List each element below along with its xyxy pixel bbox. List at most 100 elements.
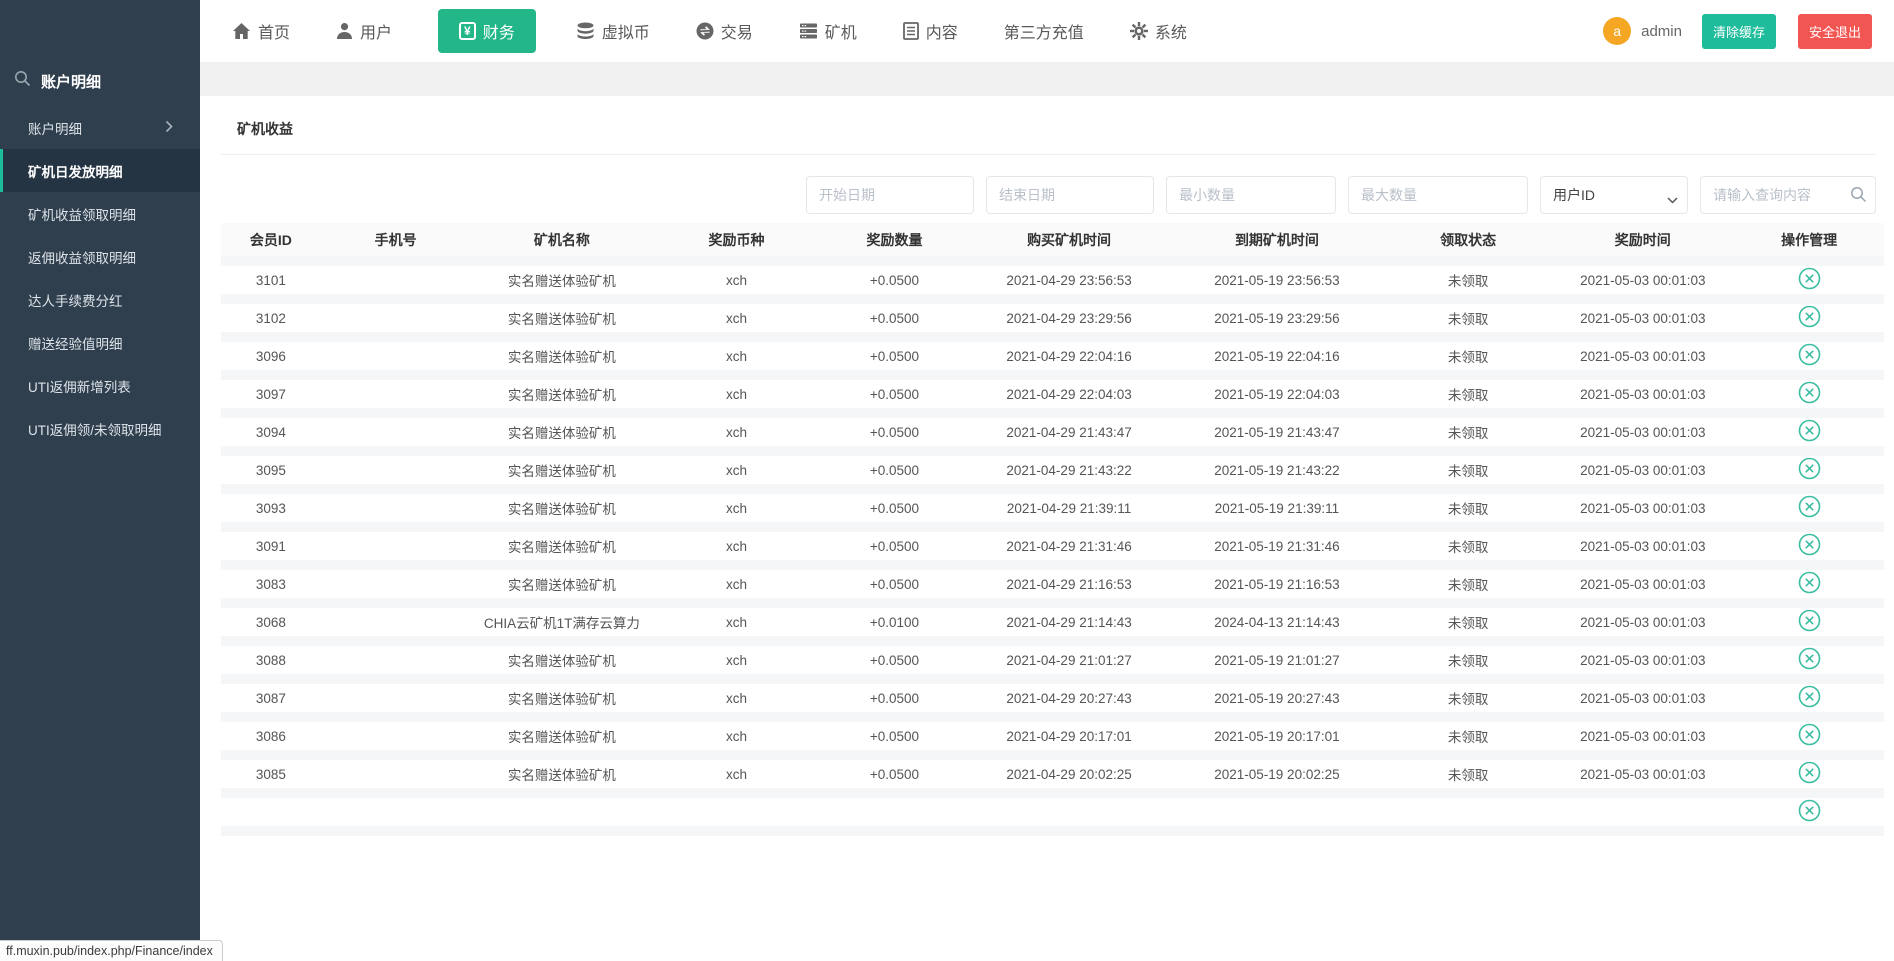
table-cell: +0.0500 <box>820 337 970 375</box>
main-area: 首页用户¥财务虚拟币交易矿机内容第三方充值系统 a admin 清除缓存 安全退… <box>200 0 1894 961</box>
coins-icon <box>576 22 595 40</box>
nav-item[interactable]: 虚拟币 <box>576 19 650 43</box>
table-cell: +0.0500 <box>820 451 970 489</box>
cancel-circle-x-icon[interactable] <box>1798 761 1821 787</box>
clear-cache-button[interactable]: 清除缓存 <box>1702 14 1776 49</box>
nav-item[interactable]: 第三方充值 <box>1004 19 1084 43</box>
table-cell: 2021-05-19 22:04:03 <box>1169 375 1385 413</box>
table-header-cell: 到期矿机时间 <box>1169 223 1385 261</box>
table-row <box>221 793 1884 831</box>
table-cell <box>321 755 471 793</box>
logout-button[interactable]: 安全退出 <box>1798 14 1872 49</box>
table-cell <box>321 451 471 489</box>
table-cell: 2021-04-29 20:02:25 <box>969 755 1169 793</box>
table-cell: +0.0500 <box>820 565 970 603</box>
sidebar-item[interactable]: 达人手续费分红 <box>0 278 200 321</box>
cancel-circle-x-icon[interactable] <box>1798 381 1821 407</box>
table-cell: +0.0500 <box>820 641 970 679</box>
operation-cell <box>1734 755 1884 793</box>
start-date-input[interactable] <box>806 176 974 214</box>
table-header-row: 会员ID手机号矿机名称奖励币种奖励数量购买矿机时间到期矿机时间领取状态奖励时间操… <box>221 223 1884 261</box>
sidebar-item[interactable]: 赠送经验值明细 <box>0 321 200 364</box>
nav-item[interactable]: 交易 <box>696 19 753 43</box>
sidebar-item[interactable]: UTI返佣新增列表 <box>0 364 200 407</box>
sidebar-item[interactable]: 矿机日发放明细 <box>0 149 200 192</box>
table-cell: 3101 <box>221 261 321 299</box>
table-cell: 2021-05-19 21:39:11 <box>1169 489 1385 527</box>
search-icon[interactable] <box>1850 186 1867 208</box>
sidebar-search[interactable]: 账户明细 <box>0 0 200 106</box>
sidebar-item[interactable]: 账户明细 <box>0 106 200 149</box>
nav-item-label: 内容 <box>926 19 958 43</box>
table-row: 3093实名赠送体验矿机xch+0.05002021-04-29 21:39:1… <box>221 489 1884 527</box>
cancel-circle-x-icon[interactable] <box>1798 419 1821 445</box>
sidebar-item-label: 矿机日发放明细 <box>28 161 123 181</box>
cancel-circle-x-icon[interactable] <box>1798 685 1821 711</box>
cancel-circle-x-icon[interactable] <box>1798 457 1821 483</box>
nav-item-label: 系统 <box>1155 19 1187 43</box>
table-cell <box>653 793 819 831</box>
table-cell: 未领取 <box>1385 451 1551 489</box>
table-cell: 2021-05-03 00:01:03 <box>1551 337 1734 375</box>
cancel-circle-x-icon[interactable] <box>1798 571 1821 597</box>
table-cell: 3094 <box>221 413 321 451</box>
cancel-circle-x-icon[interactable] <box>1798 533 1821 559</box>
operation-cell <box>1734 641 1884 679</box>
max-amount-input[interactable] <box>1348 176 1528 214</box>
search-icon <box>14 70 31 92</box>
cancel-circle-x-icon[interactable] <box>1798 609 1821 635</box>
table-cell: +0.0500 <box>820 679 970 717</box>
cancel-circle-x-icon[interactable] <box>1798 343 1821 369</box>
table-cell: 实名赠送体验矿机 <box>470 413 653 451</box>
nav-item[interactable]: 内容 <box>903 19 958 43</box>
cancel-circle-x-icon[interactable] <box>1798 267 1821 293</box>
cancel-circle-x-icon[interactable] <box>1798 305 1821 331</box>
sidebar-item[interactable]: 矿机收益领取明细 <box>0 192 200 235</box>
table-cell: 2021-04-29 23:56:53 <box>969 261 1169 299</box>
table-cell: 3083 <box>221 565 321 603</box>
table-cell <box>321 299 471 337</box>
nav-item[interactable]: 用户 <box>336 19 392 43</box>
operation-cell <box>1734 679 1884 717</box>
table-cell: +0.0500 <box>820 755 970 793</box>
earnings-table: 会员ID手机号矿机名称奖励币种奖励数量购买矿机时间到期矿机时间领取状态奖励时间操… <box>221 223 1884 836</box>
table-cell <box>321 375 471 413</box>
operation-cell <box>1734 375 1884 413</box>
sidebar-item-label: 返佣收益领取明细 <box>28 247 136 267</box>
table-header-cell: 奖励时间 <box>1551 223 1734 261</box>
operation-cell <box>1734 337 1884 375</box>
table-cell: 2021-05-03 00:01:03 <box>1551 565 1734 603</box>
min-amount-input[interactable] <box>1166 176 1336 214</box>
table-cell: 未领取 <box>1385 337 1551 375</box>
table-cell: xch <box>653 527 819 565</box>
table-cell: 未领取 <box>1385 413 1551 451</box>
cancel-circle-x-icon[interactable] <box>1798 723 1821 749</box>
nav-item[interactable]: ¥财务 <box>438 9 536 53</box>
nav-item[interactable]: 矿机 <box>799 19 857 43</box>
table-row: 3086实名赠送体验矿机xch+0.05002021-04-29 20:17:0… <box>221 717 1884 755</box>
avatar[interactable]: a <box>1603 17 1631 45</box>
table-header-cell: 领取状态 <box>1385 223 1551 261</box>
sidebar-item[interactable]: 返佣收益领取明细 <box>0 235 200 278</box>
nav-item[interactable]: 首页 <box>232 19 290 43</box>
table-cell: 2021-04-29 21:01:27 <box>969 641 1169 679</box>
table-row: 3102实名赠送体验矿机xch+0.05002021-04-29 23:29:5… <box>221 299 1884 337</box>
table-cell: 2021-04-29 21:43:22 <box>969 451 1169 489</box>
table-cell: 2021-04-29 20:27:43 <box>969 679 1169 717</box>
table-cell: 3097 <box>221 375 321 413</box>
table-cell: +0.0500 <box>820 299 970 337</box>
end-date-input[interactable] <box>986 176 1154 214</box>
nav-item[interactable]: 系统 <box>1130 19 1187 43</box>
user-field-select[interactable] <box>1540 176 1688 214</box>
table-cell: xch <box>653 261 819 299</box>
cancel-circle-x-icon[interactable] <box>1798 647 1821 673</box>
cancel-circle-x-icon[interactable] <box>1798 495 1821 521</box>
table-cell: 3088 <box>221 641 321 679</box>
sidebar-item[interactable]: UTI返佣领/未领取明细 <box>0 407 200 450</box>
table-cell: 实名赠送体验矿机 <box>470 679 653 717</box>
cancel-circle-x-icon[interactable] <box>1798 799 1821 825</box>
table-cell <box>1385 793 1551 831</box>
operation-cell <box>1734 565 1884 603</box>
table-cell: 实名赠送体验矿机 <box>470 489 653 527</box>
table-cell: 实名赠送体验矿机 <box>470 641 653 679</box>
